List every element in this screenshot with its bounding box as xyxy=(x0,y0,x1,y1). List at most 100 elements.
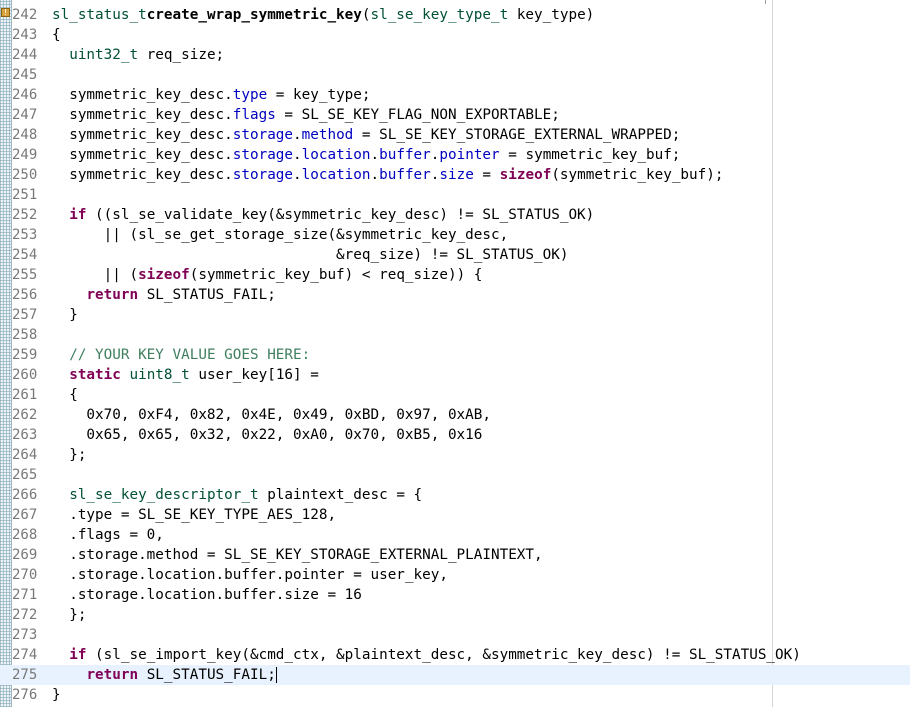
code-text[interactable]: if (sl_se_import_key(&cmd_ctx, &plaintex… xyxy=(52,645,801,665)
code-token: create_wrap_symmetric_key xyxy=(146,7,362,23)
code-text[interactable]: .type = SL_SE_KEY_TYPE_AES_128, xyxy=(52,505,336,525)
code-editor[interactable]: ! 242 sl_status_tcreate_wrap_symmetric_ke… xyxy=(0,0,910,707)
code-line[interactable]: 255 || (sizeof(symmetric_key_buf) < req_… xyxy=(0,265,910,285)
code-token: .storage.method = SL_SE_KEY_STORAGE_EXTE… xyxy=(52,547,543,563)
code-token: { xyxy=(52,27,61,43)
code-text[interactable]: } xyxy=(52,685,61,705)
code-line[interactable]: 254 &req_size) != SL_STATUS_OK) xyxy=(0,245,910,265)
code-text[interactable]: { xyxy=(52,25,61,45)
code-line[interactable]: 271 .storage.location.buffer.size = 16 xyxy=(0,585,910,605)
code-text[interactable]: .storage.location.buffer.size = 16 xyxy=(52,585,362,605)
code-token: (sl_se_import_key(&cmd_ctx, &plaintext_d… xyxy=(86,647,801,663)
line-number: 255 xyxy=(12,267,38,283)
code-token: symmetric_key_desc. xyxy=(52,167,233,183)
code-text[interactable]: || (sizeof(symmetric_key_buf) < req_size… xyxy=(52,265,483,285)
code-line[interactable]: 251 xyxy=(0,185,910,205)
code-text[interactable]: uint32_t req_size; xyxy=(52,45,224,65)
code-text[interactable]: } xyxy=(52,305,78,325)
code-line[interactable]: 272 }; xyxy=(0,605,910,625)
code-token: // YOUR KEY VALUE GOES HERE: xyxy=(69,347,311,363)
code-token: = xyxy=(473,167,500,183)
code-text[interactable]: || (sl_se_get_storage_size(&symmetric_ke… xyxy=(52,225,509,245)
code-line[interactable]: 253 || (sl_se_get_storage_size(&symmetri… xyxy=(0,225,910,245)
code-line[interactable]: 261 { xyxy=(0,385,910,405)
code-line[interactable]: 260 static uint8_t user_key[16] = xyxy=(0,365,910,385)
code-lines[interactable]: 242 sl_status_tcreate_wrap_symmetric_key(… xyxy=(0,5,910,705)
code-text[interactable]: .storage.method = SL_SE_KEY_STORAGE_EXTE… xyxy=(52,545,543,565)
code-text[interactable]: symmetric_key_desc.storage.location.buff… xyxy=(52,145,680,165)
code-line[interactable]: 268 .flags = 0, xyxy=(0,525,910,545)
code-text[interactable]: }; xyxy=(52,605,86,625)
code-line[interactable]: 259 // YOUR KEY VALUE GOES HERE: xyxy=(0,345,910,365)
code-token: ((sl_se_validate_key(&symmetric_key_desc… xyxy=(86,207,595,223)
code-line[interactable]: 245 xyxy=(0,65,910,85)
code-token: .storage.location.buffer.pointer = user_… xyxy=(52,567,448,583)
code-line[interactable]: 274 if (sl_se_import_key(&cmd_ctx, &plai… xyxy=(0,645,910,665)
code-line[interactable]: 264 }; xyxy=(0,445,910,465)
code-token: sizeof xyxy=(499,167,552,183)
code-line[interactable]: 243 { xyxy=(0,25,910,45)
code-line[interactable]: 248 symmetric_key_desc.storage.method = … xyxy=(0,125,910,145)
code-line[interactable]: 247 symmetric_key_desc.flags = SL_SE_KEY… xyxy=(0,105,910,125)
code-line[interactable]: 257 } xyxy=(0,305,910,325)
code-text[interactable]: return SL_STATUS_FAIL; xyxy=(52,285,275,305)
code-text[interactable]: symmetric_key_desc.storage.method = SL_S… xyxy=(52,125,680,145)
code-text[interactable]: return SL_STATUS_FAIL; xyxy=(52,665,277,685)
code-text[interactable]: if ((sl_se_validate_key(&symmetric_key_d… xyxy=(52,205,594,225)
code-token: = SL_SE_KEY_STORAGE_EXTERNAL_WRAPPED; xyxy=(353,127,681,143)
code-line[interactable]: 252 if ((sl_se_validate_key(&symmetric_k… xyxy=(0,205,910,225)
code-text[interactable]: &req_size) != SL_STATUS_OK) xyxy=(52,245,568,265)
code-line[interactable]: 265 xyxy=(0,465,910,485)
code-line[interactable]: 263 0x65, 0x65, 0x32, 0x22, 0xA0, 0x70, … xyxy=(0,425,910,445)
code-line[interactable]: 270 .storage.location.buffer.pointer = u… xyxy=(0,565,910,585)
code-text[interactable]: .flags = 0, xyxy=(52,525,164,545)
code-line[interactable]: 258 xyxy=(0,325,910,345)
code-line[interactable]: 249 symmetric_key_desc.storage.location.… xyxy=(0,145,910,165)
code-token: flags xyxy=(232,107,276,123)
code-text[interactable]: { xyxy=(52,385,78,405)
code-text[interactable]: symmetric_key_desc.type = key_type; xyxy=(52,85,370,105)
code-text[interactable]: sl_status_tcreate_wrap_symmetric_key(sl_… xyxy=(52,5,594,25)
code-text[interactable]: symmetric_key_desc.flags = SL_SE_KEY_FLA… xyxy=(52,105,560,125)
line-number: 274 xyxy=(12,647,38,663)
code-line[interactable]: 266 sl_se_key_descriptor_t plaintext_des… xyxy=(0,485,910,505)
code-token: storage xyxy=(232,147,294,163)
code-line[interactable]: 242 sl_status_tcreate_wrap_symmetric_key(… xyxy=(0,5,910,25)
code-text[interactable]: sl_se_key_descriptor_t plaintext_desc = … xyxy=(52,485,422,505)
code-line[interactable]: 262 0x70, 0xF4, 0x82, 0x4E, 0x49, 0xBD, … xyxy=(0,405,910,425)
line-number: 252 xyxy=(12,207,38,223)
code-line[interactable]: 275 return SL_STATUS_FAIL; xyxy=(0,665,910,685)
line-number: 267 xyxy=(12,507,38,523)
code-token: symmetric_key_desc. xyxy=(52,147,233,163)
code-line[interactable]: 244 uint32_t req_size; xyxy=(0,45,910,65)
code-token: }; xyxy=(52,447,87,463)
code-text[interactable]: static uint8_t user_key[16] = xyxy=(52,365,319,385)
code-line[interactable]: 273 xyxy=(0,625,910,645)
code-token: SL_STATUS_FAIL; xyxy=(138,667,276,683)
code-line[interactable]: 276} xyxy=(0,685,910,705)
code-token: = SL_SE_KEY_FLAG_NON_EXPORTABLE; xyxy=(275,107,560,123)
code-text[interactable]: symmetric_key_desc.storage.location.buff… xyxy=(52,165,723,185)
code-line[interactable]: 269 .storage.method = SL_SE_KEY_STORAGE_… xyxy=(0,545,910,565)
line-number: 254 xyxy=(12,247,38,263)
code-line[interactable]: 250 symmetric_key_desc.storage.location.… xyxy=(0,165,910,185)
code-text[interactable]: }; xyxy=(52,445,86,465)
code-text[interactable]: 0x65, 0x65, 0x32, 0x22, 0xA0, 0x70, 0xB5… xyxy=(52,425,482,445)
code-token: uint32_t xyxy=(69,47,139,63)
code-token: (symmetric_key_buf); xyxy=(551,167,724,183)
line-number: 270 xyxy=(12,567,38,583)
code-text[interactable]: // YOUR KEY VALUE GOES HERE: xyxy=(52,345,310,365)
code-text[interactable]: .storage.location.buffer.pointer = user_… xyxy=(52,565,448,585)
code-token: = symmetric_key_buf; xyxy=(499,147,681,163)
line-number: 264 xyxy=(12,447,38,463)
code-line[interactable]: 267 .type = SL_SE_KEY_TYPE_AES_128, xyxy=(0,505,910,525)
code-token: method xyxy=(301,127,354,143)
code-line[interactable]: 256 return SL_STATUS_FAIL; xyxy=(0,285,910,305)
line-number: 258 xyxy=(12,327,38,343)
code-text[interactable]: 0x70, 0xF4, 0x82, 0x4E, 0x49, 0xBD, 0x97… xyxy=(52,405,491,425)
code-line[interactable]: 246 symmetric_key_desc.type = key_type; xyxy=(0,85,910,105)
